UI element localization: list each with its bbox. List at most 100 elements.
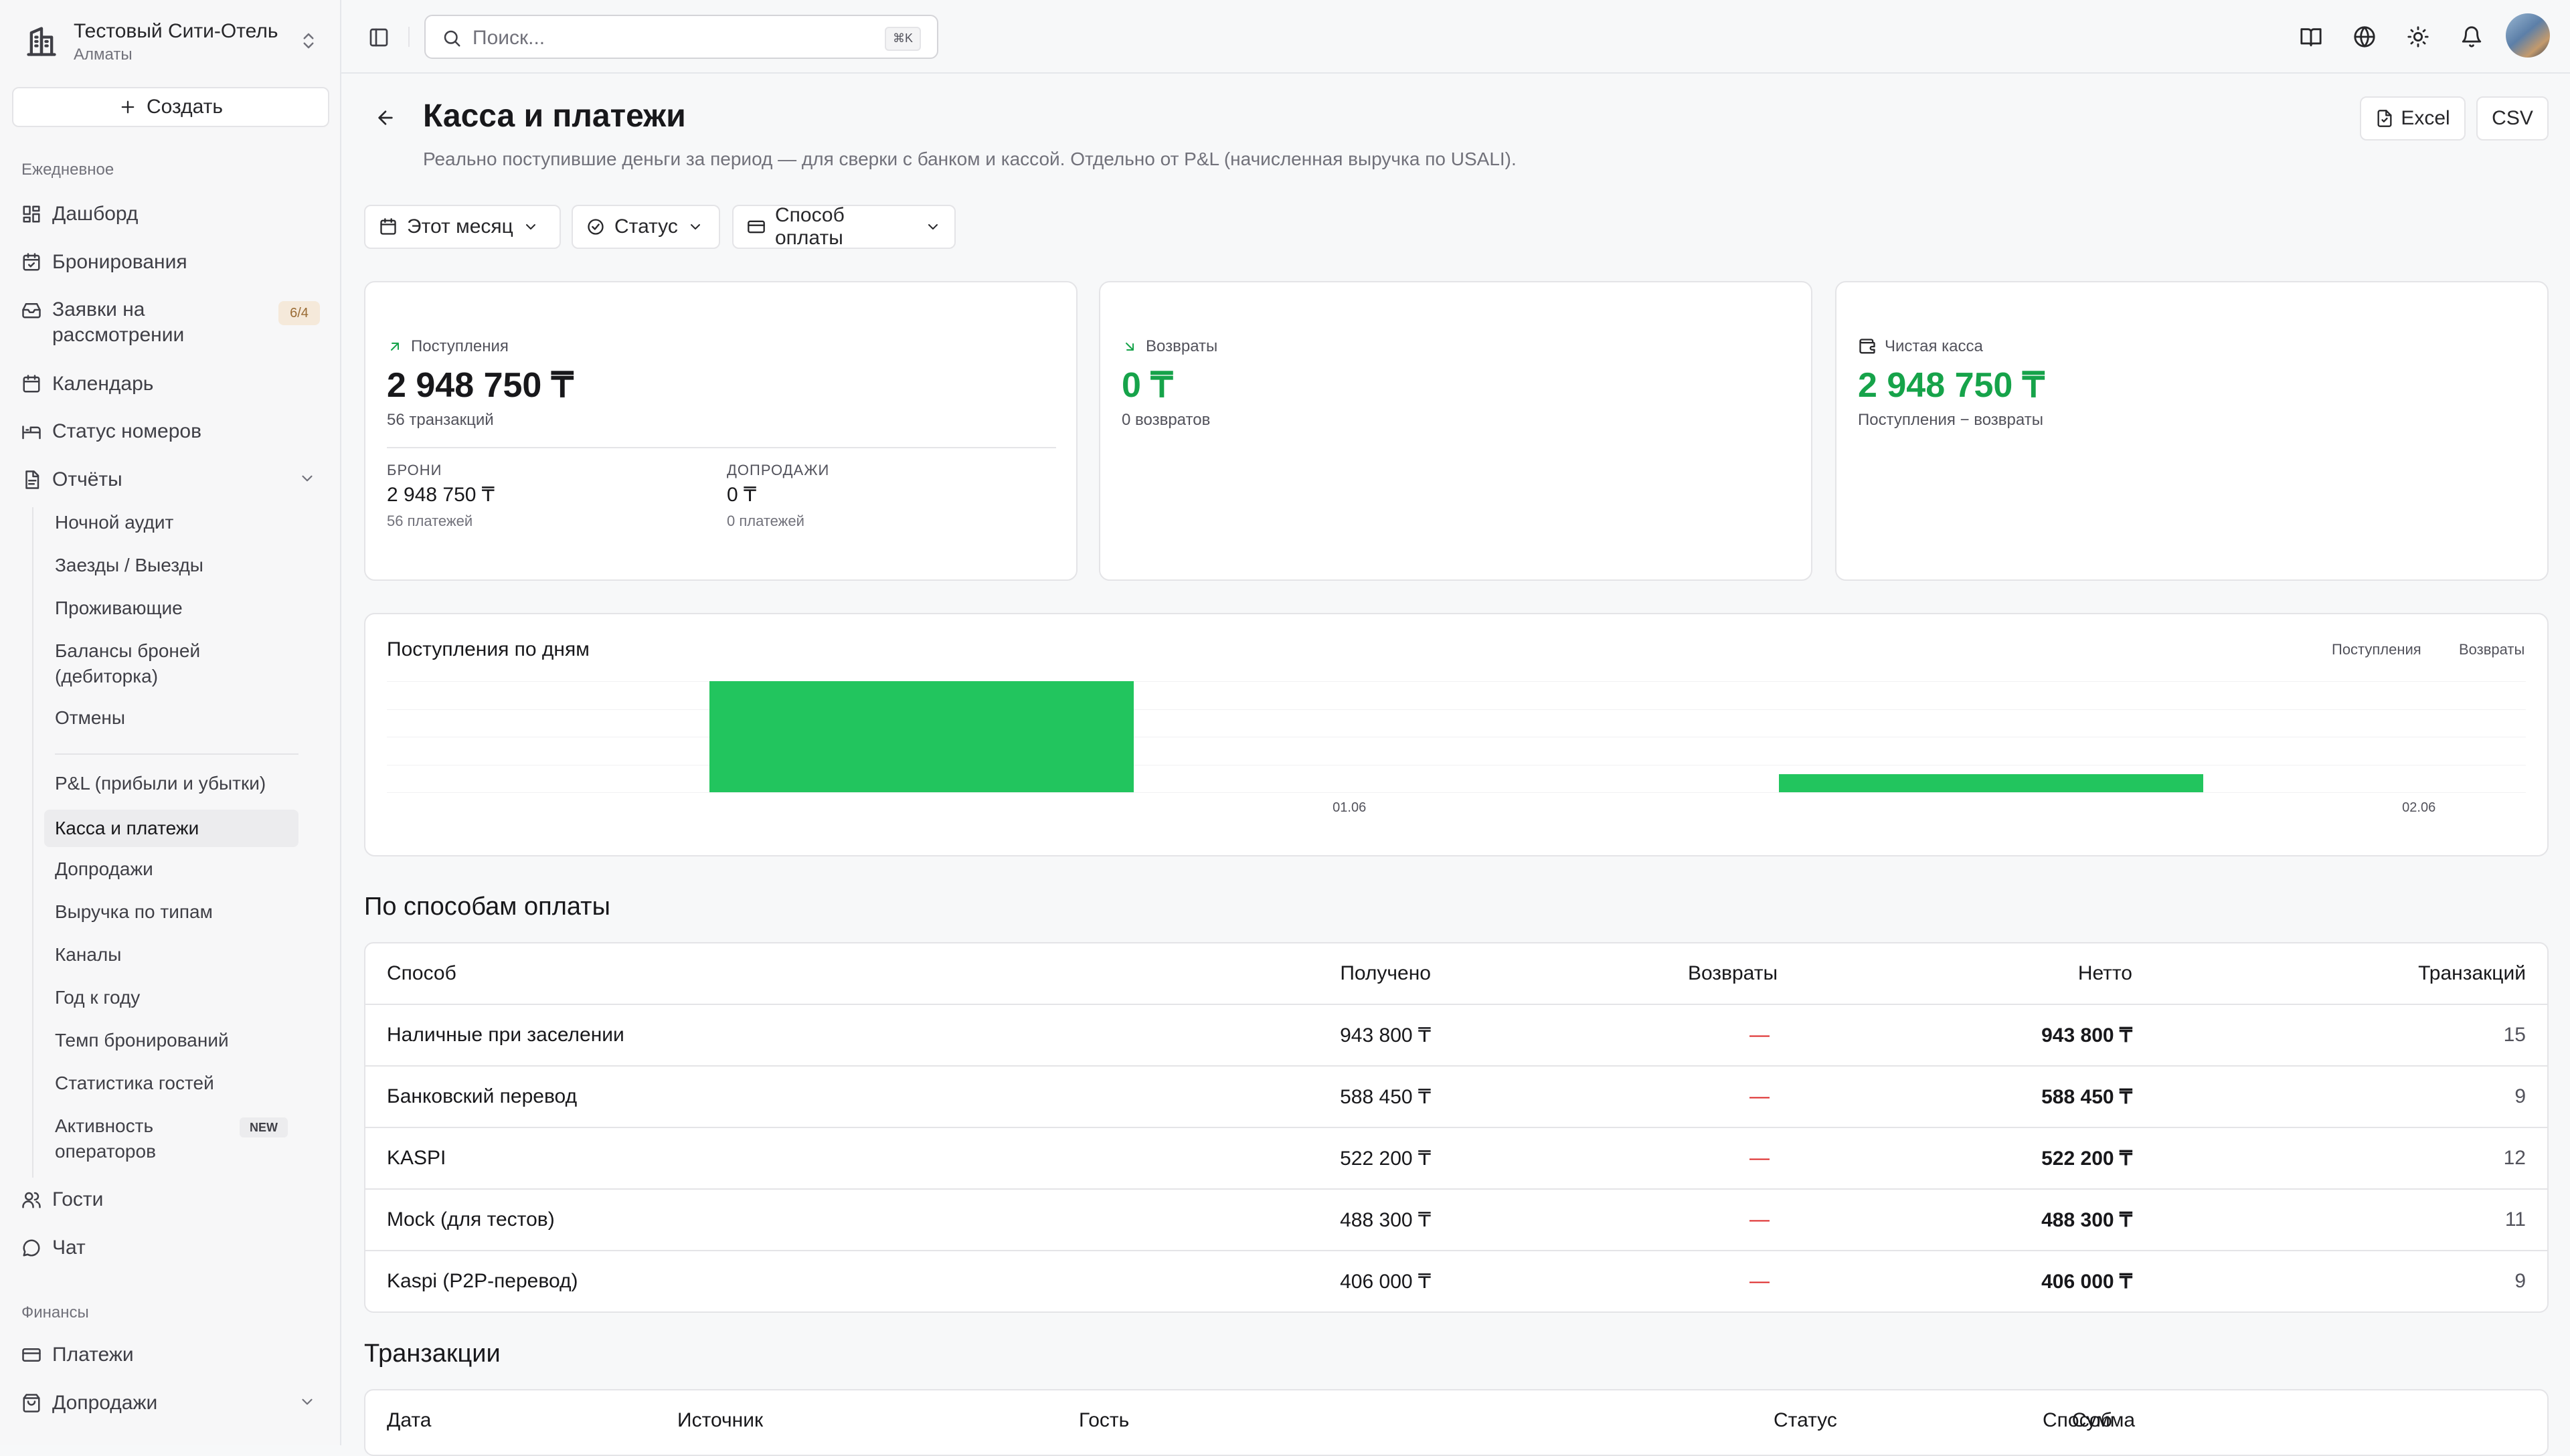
transactions-table-header: Дата Источник Гость Сумма Статус Способ	[365, 1390, 2547, 1451]
chevron-down-icon	[523, 219, 539, 235]
report-revenue-by-type[interactable]: Выручка по типам	[44, 899, 298, 925]
daily-receipts-chart: Поступления по дням Поступления Возвраты…	[364, 613, 2549, 856]
sidebar-item-room-status[interactable]: Статус номеров	[21, 415, 201, 448]
globe-icon[interactable]	[2353, 25, 2376, 48]
report-channels[interactable]: Каналы	[44, 942, 298, 968]
method-refunds: —	[1749, 1208, 1770, 1231]
col-guest[interactable]: Гость	[1079, 1390, 1129, 1451]
report-in-house[interactable]: Проживающие	[44, 596, 298, 621]
method-refunds: —	[1749, 1270, 1770, 1292]
chart-bar-01.06[interactable]	[709, 681, 1134, 792]
table-row[interactable]: KASPI 522 200 ₸ — 522 200 ₸ 12	[365, 1127, 2547, 1188]
method-net: 488 300 ₸	[2041, 1208, 2132, 1231]
chart-gridline	[387, 792, 2526, 793]
chevron-down-icon	[687, 219, 703, 235]
org-city: Алматы	[74, 46, 133, 64]
report-pnl[interactable]: P&L (прибыли и убытки)	[44, 771, 298, 796]
report-year-over-year[interactable]: Год к году	[44, 985, 298, 1010]
chevron-down-icon	[298, 470, 316, 487]
method-name: Mock (для тестов)	[387, 1208, 555, 1231]
methods-table-header: Способ Получено Возвраты Нетто Транзакци…	[365, 943, 2547, 1004]
search-box[interactable]: ⌘K	[424, 15, 938, 59]
sidebar-item-dashboard[interactable]: Дашборд	[21, 197, 138, 231]
status-filter[interactable]: Статус	[572, 205, 720, 249]
file-icon	[2375, 109, 2394, 128]
arrow-down-right-icon	[1122, 339, 1138, 355]
calendar-icon	[21, 374, 43, 394]
method-name: Наличные при заселении	[387, 1024, 624, 1046]
table-row[interactable]: Kaspi (P2P-перевод) 406 000 ₸ — 406 000 …	[365, 1250, 2547, 1311]
chart-gridline	[387, 709, 2526, 710]
credit-card-icon	[21, 1345, 43, 1365]
col-received: Получено	[1340, 962, 1431, 984]
sidebar-item-guests[interactable]: Гости	[21, 1183, 103, 1216]
chart-bar-02.06[interactable]	[1778, 774, 2204, 792]
bell-icon[interactable]	[2460, 25, 2483, 48]
col-method[interactable]: Способ	[2043, 1390, 2112, 1451]
sidebar-item-chat[interactable]: Чат	[21, 1231, 86, 1265]
search-input[interactable]	[471, 24, 849, 52]
legend-receipts[interactable]: Поступления	[2332, 641, 2421, 658]
method-name: Банковский перевод	[387, 1085, 578, 1107]
method-net: 943 800 ₸	[2041, 1024, 2132, 1046]
col-source[interactable]: Источник	[677, 1390, 763, 1451]
report-arrivals-departures[interactable]: Заезды / Выезды	[44, 553, 298, 578]
status-filter-label: Статус	[614, 215, 678, 238]
sidebar-item-reports[interactable]: Отчёты	[21, 463, 122, 496]
methods-section-title: По способам оплаты	[364, 893, 610, 921]
report-operator-activity[interactable]: Активность операторов	[44, 1113, 218, 1164]
sidebar-item-requests[interactable]: Заявки на рассмотрении	[21, 297, 199, 351]
col-date[interactable]: Дата	[387, 1390, 431, 1451]
wallet-icon	[1858, 337, 1877, 356]
sidebar-item-upsells[interactable]: Допродажи	[21, 1386, 157, 1420]
table-row[interactable]: Наличные при заселении 943 800 ₸ — 943 8…	[365, 1004, 2547, 1065]
method-count: 11	[2504, 1208, 2526, 1231]
refunds-value: 0 ₸	[1122, 366, 1173, 405]
shopping-bag-icon	[21, 1393, 43, 1413]
sidebar-toggle-icon[interactable]	[368, 27, 390, 48]
sidebar-item-label: Чат	[52, 1237, 86, 1259]
report-booking-balances[interactable]: Балансы броней (дебиторка)	[44, 638, 245, 689]
create-button[interactable]: Создать	[12, 87, 329, 127]
method-refunds: —	[1749, 1085, 1770, 1107]
card-divider	[387, 447, 1056, 448]
legend-refunds[interactable]: Возвраты	[2459, 641, 2524, 658]
chart-gridline	[387, 681, 2526, 682]
calendar-icon	[379, 217, 398, 236]
method-count: 9	[2514, 1270, 2526, 1292]
book-icon[interactable]	[2300, 25, 2322, 48]
table-row[interactable]: Банковский перевод 588 450 ₸ — 588 450 ₸…	[365, 1065, 2547, 1127]
table-row[interactable]: Mock (для тестов) 488 300 ₸ — 488 300 ₸ …	[365, 1188, 2547, 1250]
report-cash-payments[interactable]: Касса и платежи	[44, 810, 298, 847]
export-excel-button[interactable]: Excel	[2360, 96, 2466, 141]
period-filter[interactable]: Этот месяц	[364, 205, 561, 249]
method-received: 943 800 ₸	[1340, 1024, 1431, 1046]
sun-icon[interactable]	[2407, 25, 2429, 48]
method-net: 522 200 ₸	[2041, 1147, 2132, 1170]
bookings-count: 56 платежей	[387, 513, 473, 529]
report-upsells[interactable]: Допродажи	[44, 856, 298, 882]
method-net: 588 450 ₸	[2041, 1085, 2132, 1108]
upsells-caption: ДОПРОДАЖИ	[727, 462, 830, 478]
sidebar-item-calendar[interactable]: Календарь	[21, 367, 153, 401]
sidebar-item-bookings[interactable]: Бронирования	[21, 246, 187, 279]
report-guest-stats[interactable]: Статистика гостей	[44, 1071, 298, 1096]
sidebar-item-label: Платежи	[52, 1344, 134, 1366]
x-tick-label: 01.06	[1333, 800, 1367, 815]
report-night-audit[interactable]: Ночной аудит	[44, 510, 298, 535]
payment-method-filter[interactable]: Способ оплаты	[732, 204, 956, 249]
avatar[interactable]	[2506, 13, 2550, 58]
page-subtitle: Реально поступившие деньги за период — д…	[423, 149, 1517, 169]
report-cancellations[interactable]: Отмены	[44, 705, 298, 731]
chat-icon	[21, 1238, 43, 1258]
back-arrow-icon[interactable]	[375, 107, 396, 128]
refunds-note: 0 возвратов	[1122, 411, 1211, 429]
col-status[interactable]: Статус	[1774, 1390, 1837, 1451]
col-count: Транзакций	[2418, 962, 2526, 984]
report-booking-pace[interactable]: Темп бронирований	[44, 1028, 298, 1053]
export-csv-button[interactable]: CSV	[2476, 96, 2549, 141]
toolbar-divider	[408, 27, 410, 47]
sidebar-item-payments[interactable]: Платежи	[21, 1338, 134, 1372]
org-switcher[interactable]: Тестовый Сити-Отель Алматы	[24, 17, 319, 66]
upsells-value: 0 ₸	[727, 484, 757, 506]
